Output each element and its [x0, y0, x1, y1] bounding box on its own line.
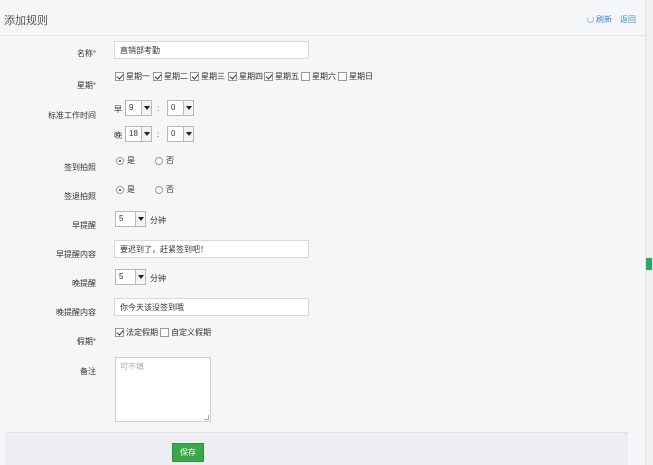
- morning-minute-select[interactable]: 0: [167, 100, 194, 116]
- radio[interactable]: [116, 156, 124, 165]
- chevron-down-icon: [135, 270, 145, 284]
- scrollbar-thumb[interactable]: [646, 258, 652, 270]
- radio[interactable]: [155, 185, 163, 194]
- checkbox[interactable]: [190, 72, 199, 81]
- checkbox[interactable]: [115, 328, 124, 337]
- form-footer: [6, 432, 628, 465]
- name-label: 名称*: [76, 49, 96, 58]
- checkbox[interactable]: [264, 72, 273, 81]
- evening-minute-select[interactable]: 0: [167, 126, 194, 142]
- checkbox[interactable]: [338, 72, 347, 81]
- page: 添加规则 刷新 返回 名称* 直销部考勤 星期* 星期一 星期二 星期三 星期四…: [0, 0, 645, 465]
- resize-grip-icon[interactable]: [204, 415, 209, 420]
- late-remind-content-label: 晚提醒内容: [56, 308, 96, 317]
- checkin-photo-yes[interactable]: 是: [116, 155, 135, 166]
- early-remind-label: 早提醒: [72, 221, 96, 230]
- radio[interactable]: [155, 156, 163, 165]
- refresh-link[interactable]: 刷新: [587, 14, 612, 25]
- late-remind-select[interactable]: 5: [115, 269, 146, 285]
- time-separator: :: [157, 104, 160, 113]
- weekday-mon[interactable]: 星期一: [115, 71, 150, 82]
- early-remind-select[interactable]: 5: [115, 211, 146, 227]
- early-remind-content-input[interactable]: 要迟到了，赶紧签到吧！: [114, 240, 309, 258]
- weekday-thu[interactable]: 星期四: [228, 71, 263, 82]
- late-remind-unit: 分钟: [150, 274, 166, 283]
- save-button[interactable]: 保存: [172, 443, 204, 462]
- scrollbar[interactable]: [645, 0, 653, 465]
- weekday-sat[interactable]: 星期六: [301, 71, 336, 82]
- checkin-photo-no[interactable]: 否: [155, 155, 174, 166]
- holiday-custom[interactable]: 自定义假期: [160, 327, 211, 338]
- chevron-down-icon: [141, 127, 151, 141]
- remark-label: 备注: [80, 367, 96, 376]
- weekday-fri[interactable]: 星期五: [264, 71, 299, 82]
- early-remind-unit: 分钟: [150, 216, 166, 225]
- late-remind-content-input[interactable]: 你今天该没签到哦: [114, 298, 309, 316]
- holiday-legal[interactable]: 法定假期: [115, 327, 158, 338]
- checkout-photo-no[interactable]: 否: [155, 184, 174, 195]
- refresh-label: 刷新: [596, 15, 612, 24]
- weekday-sun[interactable]: 星期日: [338, 71, 373, 82]
- checkout-photo-yes[interactable]: 是: [116, 184, 135, 195]
- chevron-down-icon: [183, 127, 193, 141]
- early-remind-content-label: 早提醒内容: [56, 250, 96, 259]
- chevron-down-icon: [141, 101, 151, 115]
- morning-hour-select[interactable]: 9: [125, 100, 152, 116]
- checkbox[interactable]: [160, 328, 169, 337]
- evening-label: 晚: [114, 131, 122, 140]
- back-link[interactable]: 返回: [620, 14, 636, 25]
- weekday-label: 星期*: [76, 81, 96, 90]
- checkbox[interactable]: [153, 72, 162, 81]
- checkout-photo-label: 签退拍照: [64, 192, 96, 201]
- radio[interactable]: [116, 185, 124, 194]
- weekday-wed[interactable]: 星期三: [190, 71, 225, 82]
- time-separator: :: [157, 130, 160, 139]
- checkbox[interactable]: [301, 72, 310, 81]
- checkin-photo-label: 签到拍照: [64, 163, 96, 172]
- checkbox[interactable]: [228, 72, 237, 81]
- remark-textarea[interactable]: 可不填: [115, 357, 211, 422]
- morning-label: 早: [114, 105, 122, 114]
- holiday-label: 假期*: [76, 337, 96, 346]
- page-title: 添加规则: [4, 15, 48, 27]
- name-input[interactable]: 直销部考勤: [114, 41, 309, 59]
- checkbox[interactable]: [115, 72, 124, 81]
- refresh-icon: [587, 16, 594, 23]
- chevron-down-icon: [183, 101, 193, 115]
- page-header: 添加规则 刷新 返回: [0, 0, 645, 36]
- weekday-tue[interactable]: 星期二: [153, 71, 188, 82]
- worktime-label: 标准工作时间: [48, 111, 96, 120]
- chevron-down-icon: [135, 212, 145, 226]
- evening-hour-select[interactable]: 18: [125, 126, 152, 142]
- late-remind-label: 晚提醒: [72, 279, 96, 288]
